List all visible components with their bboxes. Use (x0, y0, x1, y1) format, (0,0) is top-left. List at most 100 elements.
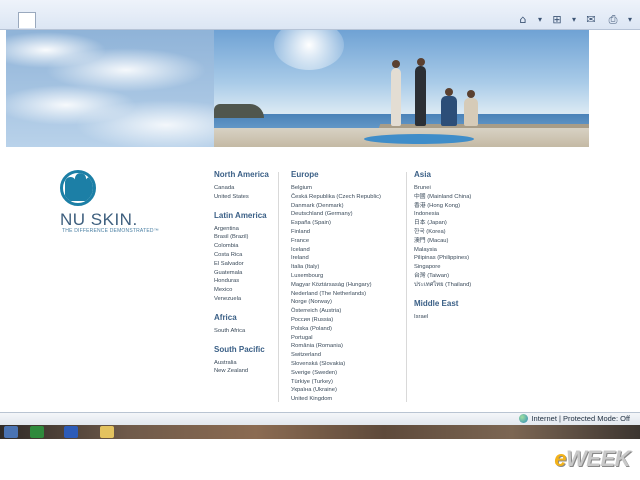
region-asia: Asia Brunei 中國 (Mainland China) 香港 (Hong K… (414, 170, 504, 290)
country-link[interactable]: 中國 (Mainland China) (414, 193, 504, 202)
country-link[interactable]: Magyar Köztársaság (Hungary) (291, 281, 403, 290)
page-viewport: NU SKIN. THE DIFFERENCE DEMONSTRATED™ No… (6, 30, 633, 412)
country-link[interactable]: Portugal (291, 334, 403, 343)
print-icon[interactable]: ⎙ (604, 12, 622, 27)
region-africa: Africa South Africa (214, 313, 276, 336)
column-divider (406, 172, 407, 402)
country-link[interactable]: Finland (291, 228, 403, 237)
country-link[interactable]: Nederland (The Netherlands) (291, 290, 403, 299)
nu-skin-logo-icon[interactable] (60, 170, 96, 206)
region-latin-america: Latin America Argentina Brasil (Brazil) Co… (214, 211, 276, 304)
country-link[interactable]: Israel (414, 313, 504, 322)
region-title: North America (214, 170, 269, 179)
country-link[interactable]: Italia (Italy) (291, 263, 403, 272)
country-link[interactable]: France (291, 237, 403, 246)
country-link[interactable]: Indonesia (414, 210, 504, 219)
country-link[interactable]: United Kingdom (291, 395, 403, 404)
country-link[interactable]: El Salvador (214, 260, 276, 269)
country-link[interactable]: Canada (214, 184, 276, 193)
watermark-e: e (554, 446, 566, 471)
excel-icon[interactable] (30, 426, 44, 438)
country-link[interactable]: România (Romania) (291, 342, 403, 351)
country-link[interactable]: Venezuela (214, 295, 276, 304)
region-title: Europe (291, 170, 319, 179)
watermark-week: WEEK (566, 446, 631, 471)
country-link[interactable]: Costa Rica (214, 251, 276, 260)
country-link[interactable]: 台灣 (Taiwan) (414, 272, 504, 281)
region-title: Asia (414, 170, 431, 179)
feeds-icon[interactable]: ⊞ (548, 12, 566, 27)
person-4-head (467, 90, 475, 98)
country-link[interactable]: Türkiye (Turkey) (291, 378, 403, 387)
country-link[interactable]: Brasil (Brazil) (214, 233, 276, 242)
country-link[interactable]: United States (214, 193, 276, 202)
region-title: Middle East (414, 298, 459, 308)
country-link[interactable]: Mexico (214, 286, 276, 295)
country-link[interactable]: Belgium (291, 184, 403, 193)
country-link[interactable]: Norge (Norway) (291, 298, 403, 307)
windows-taskbar (0, 425, 640, 439)
country-link[interactable]: 香港 (Hong Kong) (414, 202, 504, 211)
europe-column: Europe Belgium Česká Republika (Czech Rep… (291, 170, 403, 413)
country-link[interactable]: Ireland (291, 254, 403, 263)
browser-command-bar: ⌂ ▾ ⊞ ▾ ✉ ⎙ ▾ (0, 0, 640, 30)
country-link[interactable]: Australia (214, 359, 276, 368)
browser-status-bar: Internet | Protected Mode: Off (0, 412, 640, 425)
home-icon[interactable]: ⌂ (514, 12, 532, 27)
country-link[interactable]: Guatemala (214, 269, 276, 278)
country-link[interactable]: Switzerland (291, 351, 403, 360)
country-link[interactable]: Deutschland (Germany) (291, 210, 403, 219)
column-divider (278, 172, 279, 402)
hero-banner (6, 30, 589, 147)
home-dropdown-chevron-icon[interactable]: ▾ (536, 15, 544, 24)
asia-column: Asia Brunei 中國 (Mainland China) 香港 (Hong K… (414, 170, 504, 330)
country-link[interactable]: South Africa (214, 327, 276, 336)
poolside-photo (214, 30, 589, 147)
country-link[interactable]: España (Spain) (291, 219, 403, 228)
mail-icon[interactable]: ✉ (582, 12, 600, 27)
rock-island (214, 104, 264, 118)
country-link[interactable]: Iceland (291, 246, 403, 255)
security-zone-label: Internet | Protected Mode: Off (531, 414, 630, 423)
security-zone[interactable]: Internet | Protected Mode: Off (519, 414, 630, 423)
country-link[interactable]: Pilipinas (Philippines) (414, 254, 504, 263)
region-europe: Europe Belgium Česká Republika (Czech Rep… (291, 170, 403, 404)
pool (364, 134, 474, 144)
logo-tagline: THE DIFFERENCE DEMONSTRATED™ (62, 228, 159, 234)
country-link[interactable]: ประเทศไทย (Thailand) (414, 281, 504, 290)
country-link[interactable]: Slovenská (Slovakia) (291, 360, 403, 369)
feeds-dropdown-chevron-icon[interactable]: ▾ (570, 15, 578, 24)
country-link[interactable]: Brunei (414, 184, 504, 193)
print-dropdown-chevron-icon[interactable]: ▾ (626, 15, 634, 24)
country-link[interactable]: Polska (Poland) (291, 325, 403, 334)
person-1-head (392, 60, 400, 68)
country-link[interactable]: Honduras (214, 277, 276, 286)
country-link[interactable]: Česká Republika (Czech Republic) (291, 193, 403, 202)
command-icons: ⌂ ▾ ⊞ ▾ ✉ ⎙ ▾ (514, 12, 634, 27)
region-title: Africa (214, 312, 237, 322)
country-link[interactable]: Singapore (414, 263, 504, 272)
country-link[interactable]: 澳門 (Macau) (414, 237, 504, 246)
person-3-head (445, 88, 453, 96)
country-link[interactable]: Colombia (214, 242, 276, 251)
country-link[interactable]: Россия (Russia) (291, 316, 403, 325)
country-link[interactable]: Malaysia (414, 246, 504, 255)
word-icon[interactable] (64, 426, 78, 438)
country-link[interactable]: Україна (Ukraine) (291, 386, 403, 395)
country-link[interactable]: Österreich (Austria) (291, 307, 403, 316)
region-middle-east: Middle East Israel (414, 299, 504, 322)
folder-icon[interactable] (100, 426, 114, 438)
region-south-pacific: South Pacific Australia New Zealand (214, 345, 276, 377)
new-tab-button[interactable] (18, 12, 36, 28)
country-link[interactable]: New Zealand (214, 367, 276, 376)
country-link[interactable]: Danmark (Denmark) (291, 202, 403, 211)
country-link[interactable]: Sverige (Sweden) (291, 369, 403, 378)
country-link[interactable]: Luxembourg (291, 272, 403, 281)
country-link[interactable]: Argentina (214, 225, 276, 234)
taskbar-app-icon[interactable] (4, 426, 18, 438)
country-link[interactable]: 日本 (Japan) (414, 219, 504, 228)
country-link[interactable]: 한국 (Korea) (414, 228, 504, 237)
logo-wordmark[interactable]: NU SKIN. (60, 210, 138, 230)
internet-zone-globe-icon (519, 414, 529, 423)
logo-petal (85, 177, 93, 201)
